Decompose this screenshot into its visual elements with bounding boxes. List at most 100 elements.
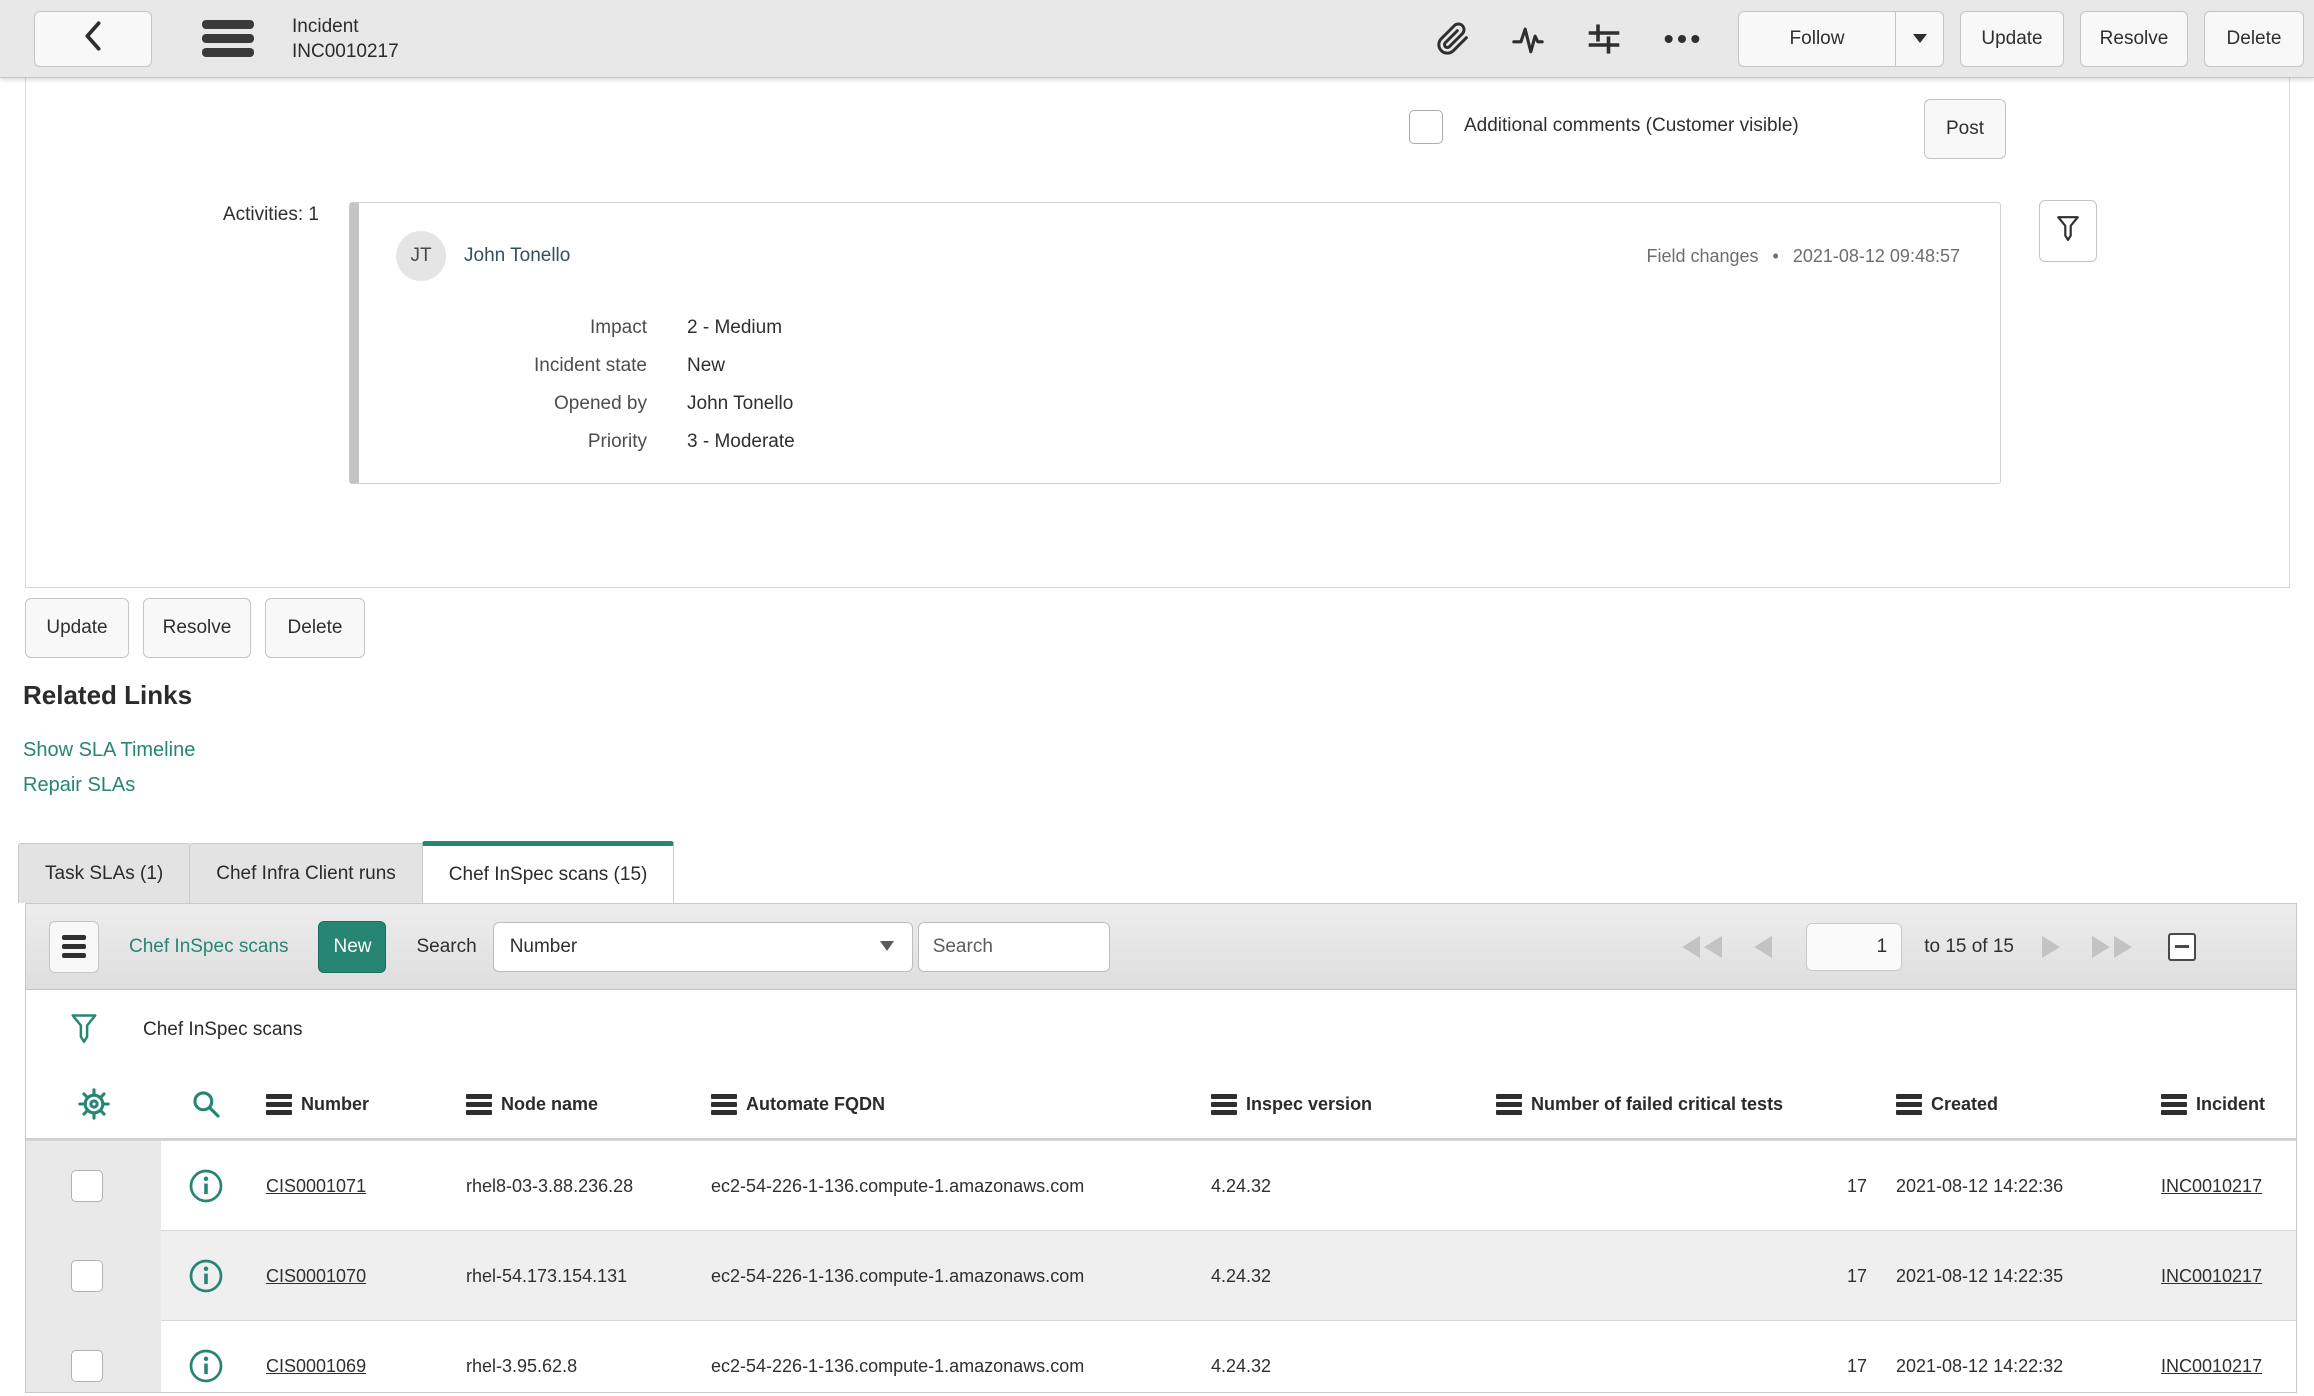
new-record-button[interactable]: New	[318, 920, 387, 973]
next-page-icon[interactable]	[2040, 934, 2062, 960]
filter-breadcrumb-title[interactable]: Chef InSpec scans	[143, 1019, 302, 1041]
column-header-incident[interactable]: Incident	[2146, 1093, 2296, 1115]
hamburger-icon	[62, 935, 86, 958]
current-page-input[interactable]	[1806, 922, 1903, 971]
row-checkbox[interactable]	[71, 1260, 103, 1292]
field-change-value: 2 - Medium	[687, 317, 783, 338]
previous-page-icon[interactable]	[1752, 934, 1774, 960]
tab-chef-infra-client-runs[interactable]: Chef Infra Client runs	[189, 843, 423, 903]
scan-number-link[interactable]: CIS0001071	[266, 1176, 366, 1196]
activity-meta-separator: •	[1772, 245, 1779, 266]
automate-fqdn-cell: ec2-54-226-1-136.compute-1.amazonaws.com	[711, 1355, 1085, 1376]
list-title[interactable]: Chef InSpec scans	[129, 936, 288, 958]
column-header-number[interactable]: Number	[251, 1093, 451, 1115]
form-action-buttons: Update Resolve Delete	[25, 598, 2314, 658]
list-context-menu-button[interactable]	[49, 920, 99, 973]
row-select-cell	[26, 1141, 161, 1231]
activity-timestamp: 2021-08-12 09:48:57	[1792, 245, 1960, 266]
row-checkbox[interactable]	[71, 1350, 103, 1382]
follow-dropdown-button[interactable]	[1896, 10, 1944, 67]
activity-entry-card: JT John Tonello Field changes • 2021-08-…	[349, 202, 2001, 484]
activity-event-type: Field changes	[1646, 245, 1759, 266]
resolve-button-header[interactable]: Resolve	[2080, 10, 2188, 67]
resolve-button[interactable]: Resolve	[143, 598, 251, 658]
additional-comments-checkbox[interactable]	[1409, 110, 1443, 144]
tab-chef-inspec-scans[interactable]: Chef InSpec scans (15)	[421, 841, 675, 903]
automate-fqdn-cell: ec2-54-226-1-136.compute-1.amazonaws.com	[711, 1265, 1085, 1286]
activity-meta: Field changes • 2021-08-12 09:48:57	[1646, 246, 1960, 267]
follow-button[interactable]: Follow	[1738, 10, 1896, 67]
column-menu-icon	[1211, 1093, 1237, 1115]
funnel-icon	[2055, 213, 2081, 249]
column-label: Created	[1931, 1093, 1999, 1114]
info-circle-icon[interactable]	[161, 1348, 251, 1384]
failed-critical-tests-cell: 17	[1846, 1265, 1867, 1286]
delete-button-header[interactable]: Delete	[2204, 10, 2304, 67]
personalize-form-icon[interactable]	[1586, 21, 1622, 57]
activity-stream-icon[interactable]	[1510, 22, 1546, 56]
record-type: Incident	[292, 15, 359, 37]
column-header-inspec-version[interactable]: Inspec version	[1196, 1093, 1481, 1115]
update-button-header[interactable]: Update	[1960, 10, 2064, 67]
field-change-row: Incident state New	[350, 347, 2000, 385]
search-label: Search	[416, 935, 477, 957]
activity-author[interactable]: John Tonello	[464, 245, 570, 267]
update-button[interactable]: Update	[25, 598, 129, 658]
first-page-icon[interactable]	[1680, 934, 1724, 960]
info-circle-icon[interactable]	[161, 1168, 251, 1204]
created-cell: 2021-08-12 14:22:36	[1896, 1175, 2064, 1196]
avatar: JT	[396, 231, 446, 281]
scan-number-link[interactable]: CIS0001070	[266, 1266, 366, 1286]
pagination-range-text: to 15 of 15	[1924, 935, 2014, 957]
inspec-version-cell: 4.24.32	[1211, 1355, 1272, 1376]
page-title: Incident INC0010217	[292, 14, 399, 64]
list-toolbar: Chef InSpec scans New Search Number to 1…	[26, 904, 2296, 990]
inspec-version-cell: 4.24.32	[1211, 1265, 1272, 1286]
column-search-icon[interactable]	[161, 1088, 251, 1120]
tab-task-slas[interactable]: Task SLAs (1)	[18, 843, 191, 903]
related-links-heading: Related Links	[23, 680, 193, 710]
collapse-list-icon[interactable]	[2168, 932, 2196, 961]
post-button[interactable]: Post	[1924, 99, 2006, 159]
chevron-left-icon	[80, 19, 106, 59]
column-label: Number	[301, 1093, 370, 1114]
scan-number-link[interactable]: CIS0001069	[266, 1356, 366, 1376]
more-options-icon[interactable]	[1662, 29, 1702, 49]
field-change-value: 3 - Moderate	[687, 431, 795, 452]
info-circle-icon[interactable]	[161, 1258, 251, 1294]
caret-down-icon	[1912, 28, 1928, 50]
incident-link[interactable]: INC0010217	[2161, 1176, 2262, 1196]
column-header-node-name[interactable]: Node name	[451, 1093, 696, 1115]
record-number: INC0010217	[292, 40, 399, 62]
table-row: CIS0001071 rhel8-03-3.88.236.28 ec2-54-2…	[26, 1140, 2296, 1231]
repair-slas-link[interactable]: Repair SLAs	[23, 774, 2314, 797]
additional-comments-label: Additional comments (Customer visible)	[1464, 115, 1799, 136]
personalize-list-gear-icon[interactable]	[26, 1087, 161, 1121]
node-name-cell: rhel8-03-3.88.236.28	[466, 1175, 634, 1196]
failed-critical-tests-cell: 17	[1846, 1175, 1867, 1196]
field-change-row: Priority 3 - Moderate	[350, 423, 2000, 461]
filter-funnel-icon[interactable]	[69, 1011, 99, 1050]
node-name-cell: rhel-3.95.62.8	[466, 1355, 578, 1376]
column-header-created[interactable]: Created	[1881, 1093, 2146, 1115]
list-search-input[interactable]	[917, 921, 1110, 972]
incident-link[interactable]: INC0010217	[2161, 1356, 2262, 1376]
search-column-select[interactable]: Number	[492, 921, 913, 972]
last-page-icon[interactable]	[2090, 934, 2134, 960]
incident-link[interactable]: INC0010217	[2161, 1266, 2262, 1286]
show-sla-timeline-link[interactable]: Show SLA Timeline	[23, 739, 2314, 762]
list-header-row: Number Node name Automate FQDN Inspec ve…	[26, 1070, 2296, 1140]
column-header-failed-critical-tests[interactable]: Number of failed critical tests	[1481, 1093, 1881, 1115]
row-checkbox[interactable]	[71, 1170, 103, 1202]
search-column-value: Number	[509, 935, 578, 957]
inspec-version-cell: 4.24.32	[1211, 1175, 1272, 1196]
failed-critical-tests-cell: 17	[1846, 1355, 1867, 1376]
select-caret-icon	[878, 936, 896, 958]
paperclip-icon[interactable]	[1436, 22, 1470, 56]
column-menu-icon	[2161, 1093, 2187, 1115]
activity-filter-button[interactable]	[2039, 200, 2097, 262]
back-button[interactable]	[34, 10, 152, 67]
delete-button[interactable]: Delete	[265, 598, 365, 658]
form-context-menu-icon[interactable]	[202, 20, 254, 57]
column-header-automate-fqdn[interactable]: Automate FQDN	[696, 1093, 1196, 1115]
